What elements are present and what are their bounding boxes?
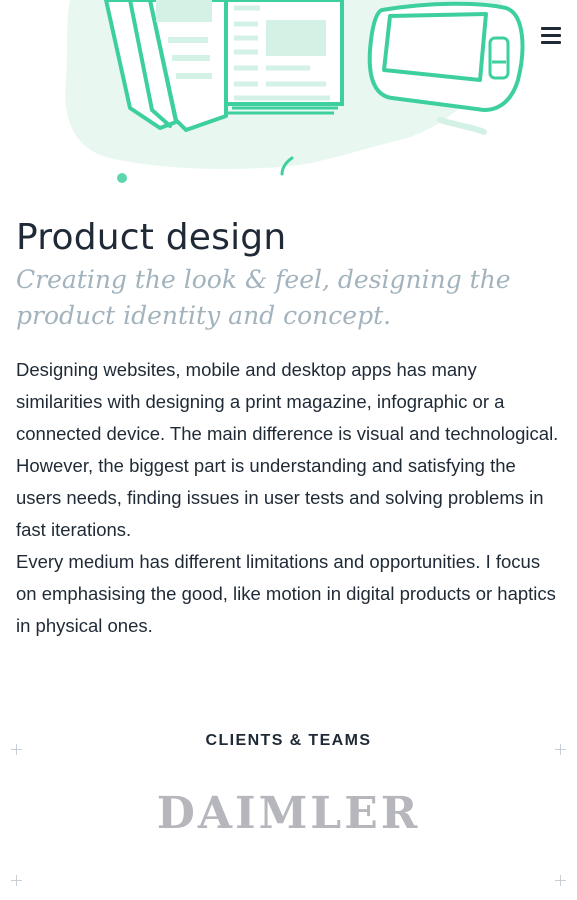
body-paragraph: Every medium has different limitations a… (16, 551, 556, 636)
plus-mark-icon (11, 875, 22, 886)
menu-button[interactable] (538, 24, 564, 48)
client-logo-daimler: DAIMLER (156, 788, 421, 839)
product-design-section: Product design Creating the look & feel,… (16, 214, 561, 642)
clients-heading: CLIENTS & TEAMS (205, 732, 372, 749)
plus-mark-icon (555, 744, 566, 755)
section-body: Designing websites, mobile and desktop a… (16, 354, 561, 642)
plus-mark-icon (555, 875, 566, 886)
magazine-device-illustration (65, 0, 525, 183)
clients-section: CLIENTS & TEAMS DAIMLER (0, 730, 577, 900)
section-title: Product design (16, 217, 287, 258)
hero-illustration (0, 0, 577, 200)
hamburger-menu-icon-middle-bar (541, 34, 561, 37)
section-subtitle: Creating the look & feel, designing the … (16, 265, 511, 330)
plus-mark-icon (11, 744, 22, 755)
hamburger-menu-icon (541, 27, 561, 30)
hamburger-menu-icon-bottom-bar (541, 41, 561, 44)
body-paragraph: Designing websites, mobile and desktop a… (16, 359, 559, 540)
